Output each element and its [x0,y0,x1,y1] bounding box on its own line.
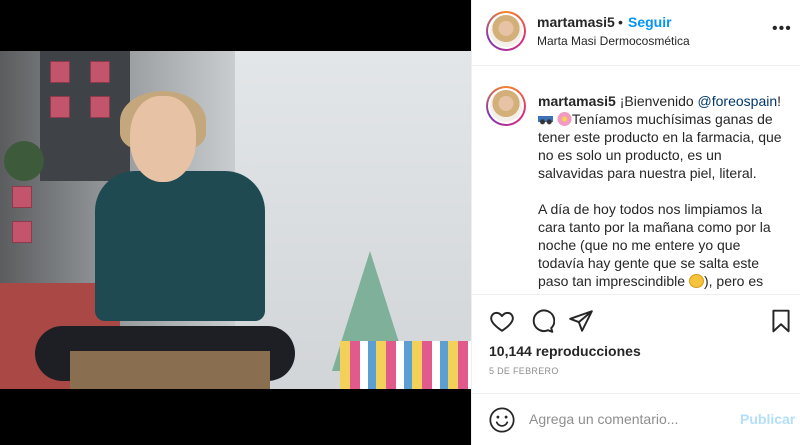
share-icon[interactable] [568,308,594,334]
emoji-picker-icon[interactable] [488,406,516,434]
instagram-post-modal: martamasi5 • Seguir Marta Masi Dermocosm… [0,0,800,445]
caption-avatar[interactable] [486,86,526,126]
publish-button[interactable]: Publicar [740,411,795,427]
caption-text: martamasi5 ¡Bienvenido @foreospain! Tení… [538,93,782,289]
avatar[interactable] [486,11,526,51]
smile-emoji [688,274,704,288]
post-date[interactable]: 5 DE FEBRERO [489,366,559,376]
bookmark-icon[interactable] [768,308,794,334]
post-header: martamasi5 • Seguir Marta Masi Dermocosm… [472,0,800,66]
account-subtitle[interactable]: Marta Masi Dermocosmética [537,34,690,48]
view-count[interactable]: 10,144 reproducciones [489,343,641,359]
follow-button[interactable]: Seguir [628,14,672,30]
comment-input[interactable] [529,408,729,430]
caption-area: martamasi5 ¡Bienvenido @foreospain! Tení… [472,67,800,295]
username-link[interactable]: martamasi5 [537,14,615,30]
heart-icon[interactable] [489,308,515,334]
caption-username[interactable]: martamasi5 [538,93,616,109]
flower-emoji [556,112,572,126]
more-options-icon[interactable]: ••• [772,20,792,38]
post-sidebar: martamasi5 • Seguir Marta Masi Dermocosm… [471,0,800,445]
comment-icon[interactable] [529,308,556,334]
caption-line-2: Teníamos muchísimas ganas de tener este … [538,111,782,181]
mention-link[interactable]: @foreospain [698,93,778,109]
car-emoji [538,112,553,126]
post-video[interactable] [0,51,471,389]
comment-bar: Publicar [472,393,800,445]
separator-dot: • [618,14,623,30]
media-area [0,0,471,445]
post-actions: 10,144 reproducciones 5 DE FEBRERO [472,296,800,386]
caption-greeting: ¡Bienvenido [619,93,698,109]
